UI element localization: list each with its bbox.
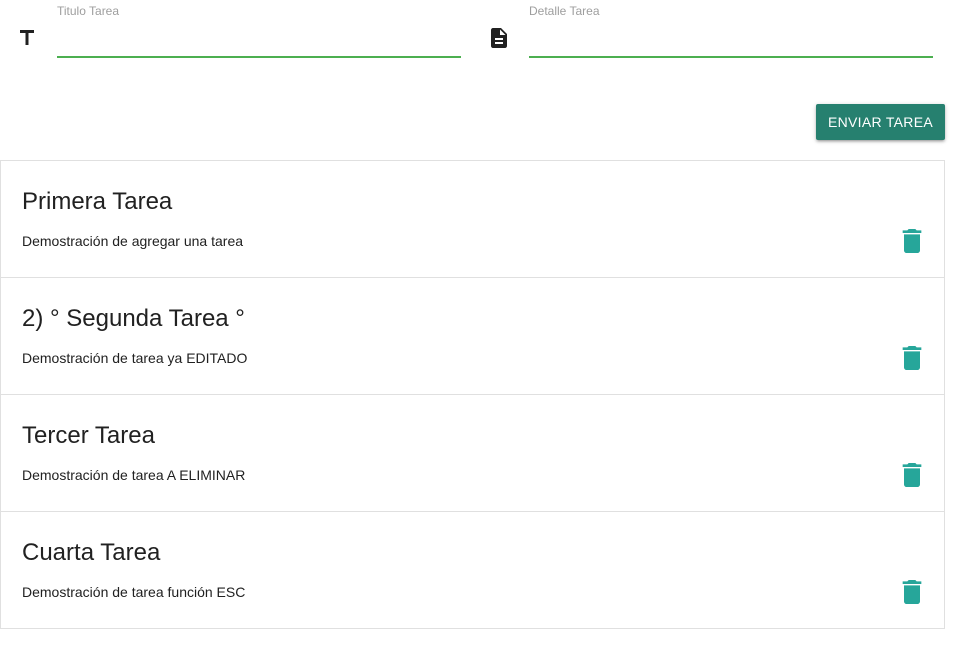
task-detail: Demostración de tarea A ELIMINAR <box>22 467 246 483</box>
title-input[interactable] <box>57 22 461 58</box>
title-field-label: Titulo Tarea <box>57 4 120 18</box>
title-text-icon <box>20 30 34 45</box>
title-field: Titulo Tarea <box>0 0 470 64</box>
list-item: Tercer Tarea Demostración de tarea A ELI… <box>1 395 944 512</box>
task-form: Titulo Tarea Detalle Tarea <box>0 0 953 70</box>
trash-icon[interactable] <box>901 580 923 604</box>
detail-input[interactable] <box>529 22 933 58</box>
task-list: Primera Tarea Demostración de agregar un… <box>0 160 945 629</box>
detail-field: Detalle Tarea <box>480 0 953 64</box>
task-title: Primera Tarea <box>22 188 173 215</box>
task-title: Tercer Tarea <box>22 422 155 449</box>
list-item: Cuarta Tarea Demostración de tarea funci… <box>1 512 944 628</box>
send-task-button[interactable]: ENVIAR TAREA <box>816 104 945 140</box>
trash-icon[interactable] <box>901 346 923 370</box>
list-item: Primera Tarea Demostración de agregar un… <box>1 161 944 278</box>
trash-icon[interactable] <box>901 229 923 253</box>
task-detail: Demostración de agregar una tarea <box>22 233 244 249</box>
task-detail: Demostración de tarea ya EDITADO <box>22 350 248 366</box>
task-title: 2) ° Segunda Tarea ° <box>22 305 245 332</box>
trash-icon[interactable] <box>901 463 923 487</box>
task-title: Cuarta Tarea <box>22 539 161 566</box>
detail-field-label: Detalle Tarea <box>529 4 600 18</box>
task-detail: Demostración de tarea función ESC <box>22 584 246 600</box>
description-document-icon <box>491 28 507 48</box>
list-item: 2) ° Segunda Tarea ° Demostración de tar… <box>1 278 944 395</box>
